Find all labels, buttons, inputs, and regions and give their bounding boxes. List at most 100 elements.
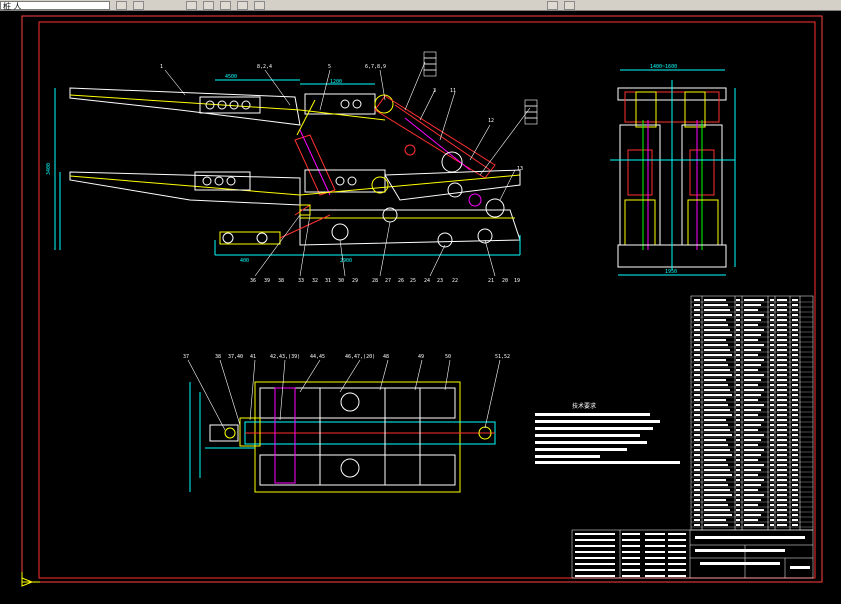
bom-cell-text [744,479,764,481]
svg-text:28: 28 [372,278,378,284]
bom-cell-text [792,389,798,391]
bom-cell-text [777,439,787,441]
bom-cell-text [770,404,774,406]
bom-cell-text [694,349,700,351]
bom-cell-text [770,339,774,341]
bom-cell-text [777,309,787,311]
svg-text:44,45: 44,45 [310,354,325,360]
bom-cell-text [694,479,700,481]
layer-state-icon[interactable] [186,0,197,10]
title-block-text [575,569,615,571]
bom-cell-text [777,514,787,516]
bom-cell-text [704,419,726,421]
bom-cell-text [792,509,798,511]
bom-cell-text [777,374,787,376]
bom-cell-text [736,489,740,491]
bom-cell-text [704,429,730,431]
bom-cell-text [770,424,774,426]
pan-icon[interactable] [547,0,558,10]
bom-cell-text [736,449,740,451]
bom-cell-text [770,469,774,471]
bom-cell-text [736,429,740,431]
bom-cell-text [770,379,774,381]
bom-cell-text [736,314,740,316]
zoom-icon[interactable] [564,0,575,10]
svg-text:39: 39 [264,278,270,284]
bom-cell-text [744,379,761,381]
bom-cell-text [736,389,740,391]
bom-cell-text [694,484,700,486]
bom-cell-text [792,354,798,356]
bom-cell-text [744,314,764,316]
bom-cell-text [704,499,726,501]
bom-cell-text [792,309,798,311]
bom-cell-text [736,304,740,306]
bom-cell-text [736,319,740,321]
bom-cell-text [777,349,787,351]
bom-cell-text [736,519,740,521]
layer-name-field[interactable]: 桩 人 [0,0,110,11]
svg-text:400: 400 [240,258,249,264]
model-space-canvas[interactable]: 4500 1200 400 2900 3400 1 8,2,4 5 6,7,8,… [0,11,841,600]
bom-cell-text [770,479,774,481]
svg-text:29: 29 [352,278,358,284]
bom-cell-text [792,359,798,361]
bom-cell-text [777,424,787,426]
bom-cell-text [777,344,787,346]
match-properties-icon[interactable] [220,0,231,10]
svg-text:38: 38 [215,354,221,360]
bom-cell-text [704,344,728,346]
bom-cell-text [704,409,730,411]
bom-cell-text [777,434,787,436]
bom-cell-text [770,359,774,361]
bom-cell-text [694,374,700,376]
bom-cell-text [770,449,774,451]
save-icon[interactable] [116,0,127,10]
bom-cell-text [704,319,726,321]
bom-cell-text [704,304,728,306]
bom-cell-text [694,394,700,396]
bom-cell-text [704,464,728,466]
bom-cell-text [704,494,732,496]
svg-text:30: 30 [338,278,344,284]
bom-cell-text [792,384,798,386]
bom-cell-text [694,514,700,516]
bom-cell-text [744,389,764,391]
title-block-text [668,539,686,541]
link-icon[interactable] [254,0,265,10]
bom-cell-text [704,414,732,416]
bom-cell-text [736,404,740,406]
bom-cell-text [744,464,764,466]
bom-cell-text [694,459,700,461]
svg-text:27: 27 [385,278,391,284]
refresh-icon[interactable] [203,0,214,10]
bom-cell-text [744,494,764,496]
bom-cell-text [736,494,740,496]
svg-text:37: 37 [183,354,189,360]
bom-cell-text [777,339,787,341]
bom-cell-text [736,504,740,506]
bom-cell-text [704,439,726,441]
bom-cell-text [770,504,774,506]
bom-cell-text [792,449,798,451]
bom-cell-text [704,469,730,471]
bom-cell-text [792,414,798,416]
bom-cell-text [744,454,761,456]
part-label: 13 [517,166,523,172]
svg-text:4500: 4500 [225,74,237,80]
bom-cell-text [694,304,700,306]
bom-cell-text [736,299,740,301]
title-block-text [622,551,640,553]
bom-cell-text [792,304,798,306]
bom-cell-text [736,484,740,486]
bom-cell-text [704,444,728,446]
bom-cell-text [694,369,700,371]
bom-cell-text [770,414,774,416]
bom-cell-text [704,404,728,406]
svg-text:2900: 2900 [340,258,352,264]
title-block-text [622,563,640,565]
print-icon[interactable] [133,0,144,10]
bom-cell-text [736,309,740,311]
color-icon[interactable] [237,0,248,10]
title-block-text [645,533,665,535]
